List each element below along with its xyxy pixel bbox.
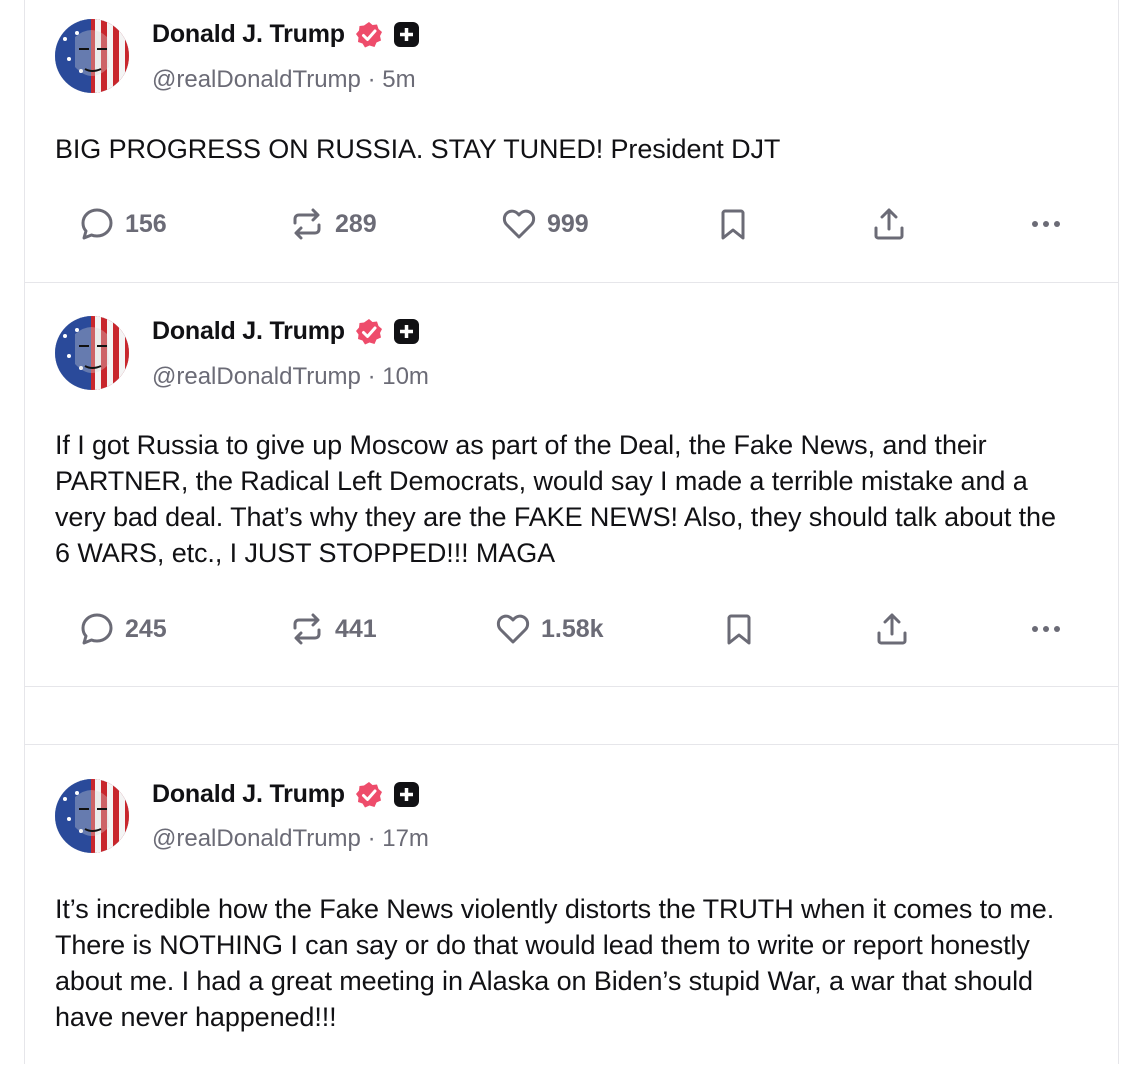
repost-icon xyxy=(293,208,321,240)
post[interactable]: Donald J. Trump @realDonaldTrump · 10m I… xyxy=(25,283,1118,687)
repost-count: 289 xyxy=(335,209,377,238)
post-timestamp[interactable]: 5m xyxy=(382,66,415,93)
repost-icon xyxy=(293,613,321,645)
heart-icon xyxy=(502,209,536,239)
share-upload-icon xyxy=(877,613,907,645)
post-actions: 245 441 1.58k xyxy=(25,609,1118,649)
separator: · xyxy=(367,825,376,852)
more-button[interactable] xyxy=(1028,204,1064,244)
post-timestamp[interactable]: 10m xyxy=(382,363,429,390)
reply-count: 156 xyxy=(125,209,167,238)
plus-badge-icon xyxy=(393,21,420,48)
reply-bubble-icon xyxy=(81,208,113,240)
avatar[interactable] xyxy=(55,316,129,390)
plus-badge-icon xyxy=(393,781,420,808)
reply-bubble-icon xyxy=(81,613,113,645)
repost-count: 441 xyxy=(335,614,377,643)
avatar[interactable] xyxy=(55,779,129,853)
bookmark-icon xyxy=(721,209,745,240)
reply-count: 245 xyxy=(125,614,167,643)
separator: · xyxy=(367,66,376,93)
like-button[interactable]: 999 xyxy=(501,204,589,244)
repost-button[interactable]: 289 xyxy=(289,204,377,244)
avatar[interactable] xyxy=(55,19,129,93)
repost-button[interactable]: 441 xyxy=(289,609,377,649)
post-text: It’s incredible how the Fake News violen… xyxy=(55,894,1055,1032)
author-handle[interactable]: @realDonaldTrump xyxy=(152,363,361,390)
post-text: BIG PROGRESS ON RUSSIA. STAY TUNED! Pres… xyxy=(55,134,781,164)
reply-button[interactable]: 156 xyxy=(79,204,167,244)
author-handle[interactable]: @realDonaldTrump xyxy=(152,825,361,852)
reply-button[interactable]: 245 xyxy=(79,609,167,649)
more-dots-icon xyxy=(1032,626,1060,632)
post-actions: 156 289 999 xyxy=(25,204,1118,244)
more-button[interactable] xyxy=(1028,609,1064,649)
post-text: If I got Russia to give up Moscow as par… xyxy=(55,430,1056,568)
timeline-feed: Donald J. Trump @realDonaldTrump · 5m BI… xyxy=(24,0,1119,1064)
post[interactable]: Donald J. Trump @realDonaldTrump · 5m BI… xyxy=(25,0,1118,283)
plus-badge-icon xyxy=(393,318,420,345)
separator: · xyxy=(367,363,376,390)
author-handle[interactable]: @realDonaldTrump xyxy=(152,66,361,93)
like-count: 1.58k xyxy=(541,614,604,643)
author-name[interactable]: Donald J. Trump xyxy=(152,20,345,49)
verified-badge-icon xyxy=(355,318,383,346)
heart-icon xyxy=(496,614,530,644)
verified-badge-icon xyxy=(355,781,383,809)
author-name[interactable]: Donald J. Trump xyxy=(152,780,345,809)
feed-gap xyxy=(25,687,1118,744)
more-dots-icon xyxy=(1032,221,1060,227)
author-name[interactable]: Donald J. Trump xyxy=(152,317,345,346)
bookmark-button[interactable] xyxy=(721,609,757,649)
post-timestamp[interactable]: 17m xyxy=(382,825,429,852)
share-button[interactable] xyxy=(871,204,907,244)
verified-badge-icon xyxy=(355,21,383,49)
like-button[interactable]: 1.58k xyxy=(495,609,604,649)
share-upload-icon xyxy=(874,208,904,240)
share-button[interactable] xyxy=(874,609,910,649)
post[interactable]: Donald J. Trump @realDonaldTrump · 17m I… xyxy=(25,744,1118,1065)
bookmark-button[interactable] xyxy=(715,204,751,244)
like-count: 999 xyxy=(547,209,589,238)
bookmark-icon xyxy=(727,614,751,645)
